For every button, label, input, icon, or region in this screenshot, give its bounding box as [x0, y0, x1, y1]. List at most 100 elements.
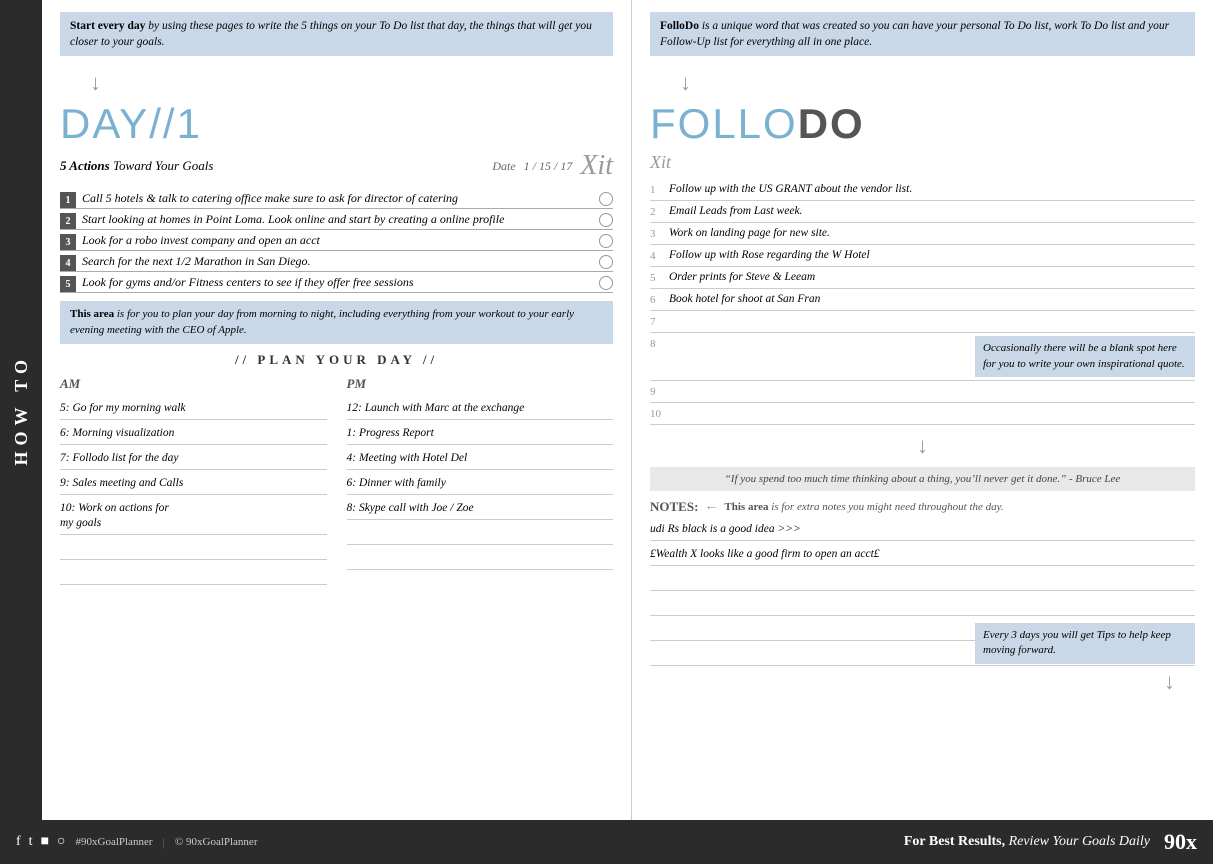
- followup-item-5: 5 Order prints for Steve & Leeam: [650, 267, 1195, 289]
- action-num-3: 3: [60, 234, 76, 250]
- five-actions-label: 5 Actions Toward Your Goals: [60, 158, 213, 174]
- tagline-bold: For Best Results,: [904, 834, 1005, 849]
- action-text-4: Search for the next 1/2 Marathon in San …: [82, 253, 593, 270]
- followup-item-1: 1 Follow up with the US GRANT about the …: [650, 179, 1195, 201]
- followup-item-7: 7: [650, 311, 1195, 333]
- action-text-2: Start looking at homes in Point Loma. Lo…: [82, 211, 593, 228]
- tagline-rest: Review Your Goals Daily: [1005, 834, 1150, 849]
- followup-text-1: Follow up with the US GRANT about the ve…: [669, 182, 1195, 197]
- followup-item-10: 10: [650, 403, 1195, 425]
- action-text-5: Look for gyms and/or Fitness centers to …: [82, 274, 593, 291]
- followup-item-3: 3 Work on landing page for new site.: [650, 223, 1195, 245]
- action-circle-3: [599, 234, 613, 248]
- tips-note-text: Every 3 days you will get Tips to help k…: [983, 629, 1171, 656]
- action-num-2: 2: [60, 213, 76, 229]
- action-item-1: 1 Call 5 hotels & talk to catering offic…: [60, 190, 613, 209]
- notes-desc: This area is for extra notes you might n…: [724, 501, 1003, 513]
- date-label: Date: [492, 159, 515, 174]
- intro-bold: Start every day: [70, 20, 145, 32]
- arrow-down-tips: ↓: [650, 669, 1195, 695]
- plan-heading-text: // PLAN YOUR DAY //: [235, 352, 438, 367]
- action-item-2: 2 Start looking at homes in Point Loma. …: [60, 211, 613, 230]
- right-intro-box: FolloDo is a unique word that was create…: [650, 12, 1195, 56]
- followup-num-5: 5: [650, 272, 664, 284]
- pm-entry-4: 6: Dinner with family: [347, 473, 614, 495]
- action-num-1: 1: [60, 192, 76, 208]
- follodo-intro-text: is a unique word that was created so you…: [660, 20, 1169, 48]
- date-xit: Date 1 / 15 / 17 Xit: [492, 150, 613, 182]
- action-item-4: 4 Search for the next 1/2 Marathon in Sa…: [60, 253, 613, 272]
- tips-note: Every 3 days you will get Tips to help k…: [975, 623, 1195, 664]
- footer-divider: |: [162, 835, 164, 850]
- action-item-3: 3 Look for a robo invest company and ope…: [60, 232, 613, 251]
- pm-entry-7: [347, 548, 614, 570]
- footer-left: f t ■ ○ #90xGoalPlanner | © 90xGoalPlann…: [16, 834, 257, 850]
- action-circle-4: [599, 255, 613, 269]
- date-value: 1 / 15 / 17: [524, 159, 573, 174]
- footer-hashtag: #90xGoalPlanner: [76, 836, 153, 848]
- pm-entry-5: 8: Skype call with Joe / Zoe: [347, 498, 614, 520]
- right-panel: FolloDo is a unique word that was create…: [632, 0, 1213, 820]
- pm-column: PM 12: Launch with Marc at the exchange …: [347, 376, 614, 588]
- am-label: AM: [60, 376, 327, 392]
- this-area-bold: This area: [70, 308, 114, 320]
- am-entry-1: 5: Go for my morning walk: [60, 398, 327, 420]
- followup-item-6: 6 Book hotel for shoot at San Fran: [650, 289, 1195, 311]
- action-num-4: 4: [60, 255, 76, 271]
- followup-num-9: 9: [650, 386, 664, 398]
- notes-label: NOTES:: [650, 499, 698, 515]
- follodo-light-part: FOLLO: [650, 100, 798, 147]
- note-line-1: udi Rs black is a good idea >>>: [650, 519, 1195, 541]
- quote-text: “If you spend too much time thinking abo…: [725, 473, 1121, 485]
- blank-spot-note: Occasionally there will be a blank spot …: [975, 336, 1195, 377]
- follodo-bold-intro: FolloDo: [660, 20, 699, 32]
- am-pm-grid: AM 5: Go for my morning walk 6: Morning …: [60, 376, 613, 588]
- left-panel: Start every day by using these pages to …: [42, 0, 632, 820]
- notes-label-row: NOTES: ← This area is for extra notes yo…: [650, 499, 1195, 515]
- five-sub: Toward Your Goals: [113, 158, 213, 173]
- notes-desc-bold: This area: [724, 501, 768, 513]
- quote-box: “If you spend too much time thinking abo…: [650, 467, 1195, 491]
- five-actions-row: 5 Actions Toward Your Goals Date 1 / 15 …: [60, 150, 613, 182]
- followup-item-2: 2 Email Leads from Last week.: [650, 201, 1195, 223]
- action-list: 1 Call 5 hotels & talk to catering offic…: [60, 190, 613, 293]
- followup-item-9: 9: [650, 381, 1195, 403]
- pm-entry-3: 4: Meeting with Hotel Del: [347, 448, 614, 470]
- twitter-icon: t: [29, 834, 33, 850]
- xit-sub: Xit: [650, 152, 1195, 173]
- followup-text-3: Work on landing page for new site.: [669, 226, 1195, 241]
- instagram-icon: ■: [41, 834, 49, 850]
- followup-num-10: 10: [650, 408, 664, 420]
- facebook-icon: f: [16, 834, 21, 850]
- notes-arrow-icon: ←: [704, 499, 718, 515]
- footer-tagline: For Best Results, Review Your Goals Dail…: [904, 834, 1150, 850]
- xit-logo: Xit: [580, 150, 613, 182]
- followup-num-2: 2: [650, 206, 664, 218]
- footer-icons: f t ■ ○: [16, 834, 66, 850]
- action-text-1: Call 5 hotels & talk to catering office …: [82, 190, 593, 207]
- followup-text-4: Follow up with Rose regarding the W Hote…: [669, 248, 1195, 263]
- pm-entry-1: 12: Launch with Marc at the exchange: [347, 398, 614, 420]
- followup-num-7: 7: [650, 316, 664, 328]
- note-line-2: £Wealth X looks like a good firm to open…: [650, 544, 1195, 566]
- am-entry-7: [60, 563, 327, 585]
- followup-num-8: 8: [650, 338, 664, 350]
- plan-heading: // PLAN YOUR DAY //: [60, 352, 613, 368]
- arrow-down-right: ↓: [650, 70, 1195, 96]
- footer-right: For Best Results, Review Your Goals Dail…: [904, 829, 1197, 855]
- followup-list: 1 Follow up with the US GRANT about the …: [650, 179, 1195, 425]
- five-bold: 5 Actions: [60, 158, 110, 173]
- am-entry-5: 10: Work on actions formy goals: [60, 498, 327, 535]
- am-entry-3: 7: Follodo list for the day: [60, 448, 327, 470]
- am-column: AM 5: Go for my morning walk 6: Morning …: [60, 376, 327, 588]
- followup-item-8: 8 Occasionally there will be a blank spo…: [650, 333, 1195, 381]
- pinterest-icon: ○: [57, 834, 65, 850]
- footer-logo: 90x: [1164, 829, 1197, 855]
- arrow-down-left: ↓: [60, 70, 613, 96]
- notes-desc-text: is for extra notes you might need throug…: [769, 501, 1004, 513]
- action-item-5: 5 Look for gyms and/or Fitness centers t…: [60, 274, 613, 293]
- note-empty-3: Every 3 days you will get Tips to help k…: [650, 619, 1195, 641]
- this-area-box: This area is for you to plan your day fr…: [60, 301, 613, 344]
- pm-entry-2: 1: Progress Report: [347, 423, 614, 445]
- follodo-heading: FOLLODO: [650, 100, 1195, 148]
